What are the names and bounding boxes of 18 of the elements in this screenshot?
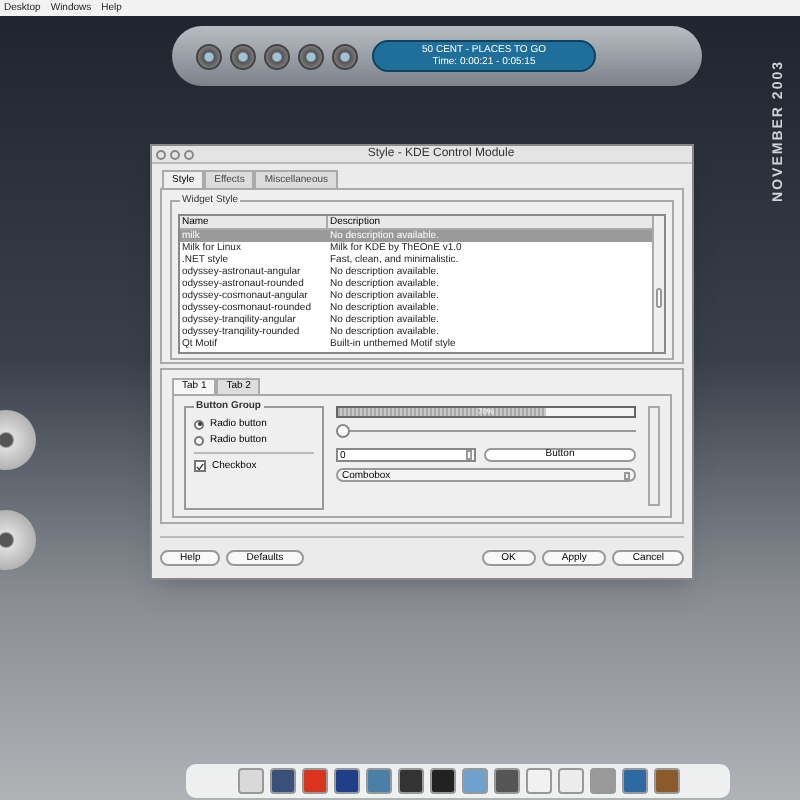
slider[interactable] <box>336 424 636 438</box>
zoom-button[interactable] <box>184 149 194 159</box>
radio-button[interactable] <box>194 419 204 429</box>
scrollbar[interactable] <box>652 216 664 352</box>
scrollbar-thumb[interactable] <box>656 288 662 308</box>
combo-arrows-icon <box>624 471 630 479</box>
player-control-button[interactable] <box>230 43 256 69</box>
player-control-button[interactable] <box>332 43 358 69</box>
checkbox[interactable] <box>194 460 206 472</box>
radio-button[interactable] <box>194 435 204 445</box>
slider-thumb[interactable] <box>336 424 350 438</box>
player-control-button[interactable] <box>298 43 324 69</box>
close-button[interactable] <box>156 149 166 159</box>
player-control-button[interactable] <box>264 43 290 69</box>
scrollbar[interactable] <box>648 406 660 506</box>
minimize-button[interactable] <box>170 149 180 159</box>
player-control-button[interactable] <box>196 43 222 69</box>
spin-arrows-icon[interactable] <box>466 450 472 460</box>
